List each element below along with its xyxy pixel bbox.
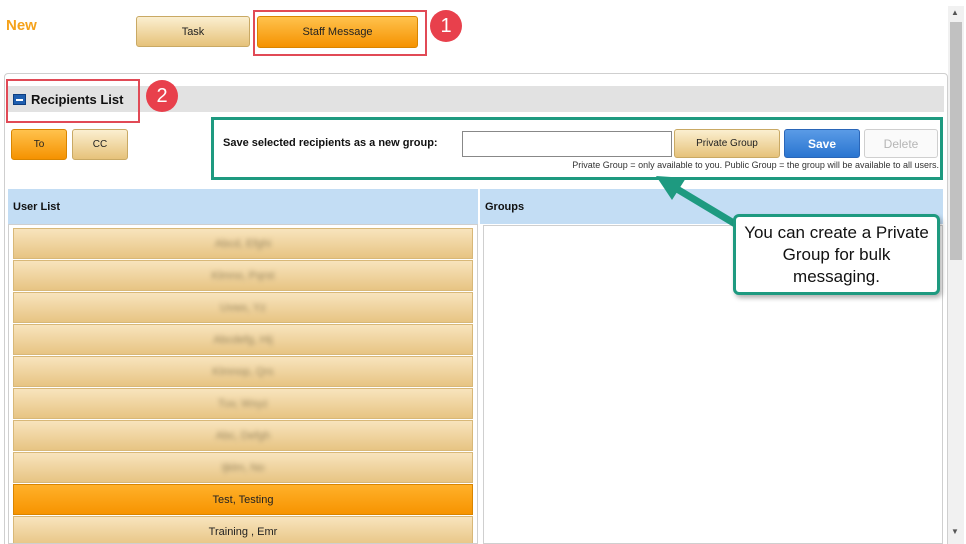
delete-button[interactable]: Delete (864, 129, 938, 158)
user-list-item[interactable]: Tuv, Wxyz (13, 388, 473, 419)
task-button[interactable]: Task (136, 16, 250, 47)
save-group-label: Save selected recipients as a new group: (223, 137, 438, 149)
page-title: New (6, 17, 37, 34)
user-name: Test, Testing (212, 493, 274, 506)
annotation-callout: You can create a Private Group for bulk … (733, 214, 940, 295)
to-button[interactable]: To (11, 129, 67, 160)
user-list-item[interactable]: Training , Emr (13, 516, 473, 543)
user-name: Tuv, Wxyz (217, 397, 269, 410)
user-list-item[interactable]: Abcd, Efghi (13, 228, 473, 259)
scroll-up-icon[interactable]: ▲ (951, 8, 959, 17)
user-list: Abcd, Efghi Klmno, Pqrst Uvwx, Yz Abcdefg, … (8, 224, 478, 544)
save-button[interactable]: Save (784, 129, 860, 158)
user-name: Ijklm, No (221, 461, 265, 474)
user-name: Klmnop, Qrs (212, 365, 274, 378)
user-list-item[interactable]: Test, Testing (13, 484, 473, 515)
scrollbar-thumb[interactable] (950, 22, 962, 260)
user-list-header: User List (8, 189, 478, 224)
user-name: Klmno, Pqrst (211, 269, 275, 282)
user-name: Abcdefg, Hij (213, 333, 273, 346)
user-name: Uvwx, Yz (220, 301, 266, 314)
group-help-text: Private Group = only available to you. P… (572, 160, 939, 170)
user-name: Abcd, Efghi (214, 237, 272, 250)
user-name: Training , Emr (208, 525, 278, 538)
private-group-button[interactable]: Private Group (674, 129, 780, 158)
user-list-item[interactable]: Uvwx, Yz (13, 292, 473, 323)
collapse-icon[interactable] (13, 94, 26, 105)
group-name-input[interactable] (462, 131, 672, 157)
user-list-item[interactable]: Abcdefg, Hij (13, 324, 473, 355)
user-list-item[interactable]: Klmnop, Qrs (13, 356, 473, 387)
scroll-down-icon[interactable]: ▼ (951, 527, 959, 536)
user-name: Abc, Defgh (215, 429, 271, 442)
cc-button[interactable]: CC (72, 129, 128, 160)
recipients-list-title: Recipients List (31, 92, 124, 107)
user-list-item[interactable]: Klmno, Pqrst (13, 260, 473, 291)
annotation-badge-1: 1 (430, 10, 462, 42)
annotation-badge-2: 2 (146, 80, 178, 112)
staff-message-button[interactable]: Staff Message (257, 16, 418, 48)
user-list-item[interactable]: Abc, Defgh (13, 420, 473, 451)
user-list-item[interactable]: Ijklm, No (13, 452, 473, 483)
